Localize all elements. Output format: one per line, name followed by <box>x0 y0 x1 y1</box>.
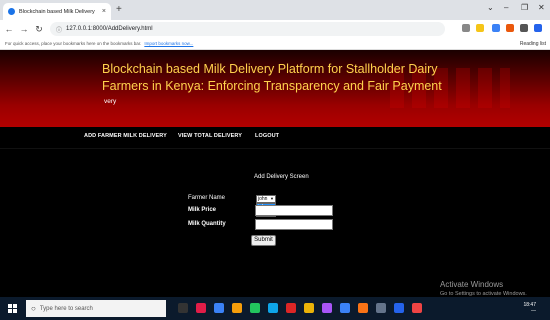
minimize-icon[interactable]: – <box>504 3 508 12</box>
farmer-selected-value: john <box>258 196 268 202</box>
file-explorer-icon[interactable] <box>232 303 242 313</box>
app-icon[interactable] <box>358 303 368 313</box>
app-icon[interactable] <box>412 303 422 313</box>
back-icon[interactable]: ← <box>3 24 15 34</box>
farmer-name-label: Farmer Name <box>188 195 226 201</box>
screen-title: Add Delivery Screen <box>254 174 309 180</box>
milk-quantity-label: Milk Quantity <box>188 221 226 227</box>
app-icon[interactable] <box>286 303 296 313</box>
store-icon[interactable] <box>268 303 278 313</box>
bookmarks-hint: For quick access, place your bookmarks h… <box>5 41 142 46</box>
app-icon[interactable] <box>196 303 206 313</box>
extension-icon[interactable] <box>506 24 514 32</box>
url-text: 127.0.0.1:8000/AddDelivery.html <box>66 26 153 32</box>
browser-tab-strip: Blockchain based Milk Delivery × + ⌄ – ❐… <box>0 0 550 20</box>
task-view-icon[interactable] <box>178 303 188 313</box>
header-banner: Blockchain based Milk Delivery Platform … <box>0 50 550 127</box>
reading-list-button[interactable]: Reading list <box>520 41 546 47</box>
address-bar[interactable]: ⓘ 127.0.0.1:8000/AddDelivery.html <box>50 22 445 36</box>
tab-title: Blockchain based Milk Delivery <box>19 8 95 15</box>
bookmarks-bar: For quick access, place your bookmarks h… <box>0 38 550 50</box>
chevron-down-icon: ▼ <box>270 196 274 201</box>
taskbar-search-placeholder: Type here to search <box>39 305 93 312</box>
chevron-down-icon[interactable]: ⌄ <box>487 3 494 12</box>
farmer-name-select[interactable]: john ▼ <box>256 195 276 203</box>
close-window-icon[interactable]: ✕ <box>538 3 545 12</box>
nav-view-total-delivery[interactable]: VIEW TOTAL DELIVERY <box>178 133 242 139</box>
milk-price-label: Milk Price <box>188 207 217 213</box>
browser-tab[interactable]: Blockchain based Milk Delivery × <box>3 3 111 20</box>
bookmark-star-icon[interactable] <box>476 24 484 32</box>
import-bookmarks-link[interactable]: Import bookmarks now... <box>144 41 193 46</box>
new-tab-button[interactable]: + <box>116 4 122 15</box>
milk-quantity-input[interactable] <box>255 219 333 230</box>
system-clock[interactable]: 18:47 — <box>523 302 536 314</box>
app-icon[interactable] <box>304 303 314 313</box>
app-icon[interactable] <box>340 303 350 313</box>
puzzle-icon[interactable] <box>520 24 528 32</box>
favicon-icon <box>8 8 15 15</box>
app-icon[interactable] <box>394 303 404 313</box>
watermark-title: Activate Windows <box>440 280 504 289</box>
edge-icon[interactable] <box>214 303 224 313</box>
taskbar-search-box[interactable]: ○ Type here to search <box>26 300 166 317</box>
page-title: Blockchain based Milk Delivery Platform … <box>102 62 442 93</box>
chrome-icon[interactable] <box>250 303 260 313</box>
main-nav: ADD FARMER MILK DELIVERY VIEW TOTAL DELI… <box>0 127 550 149</box>
reload-icon[interactable]: ↻ <box>33 24 45 35</box>
page-subtitle: very <box>104 98 117 105</box>
browser-toolbar: ← → ↻ ⓘ 127.0.0.1:8000/AddDelivery.html <box>0 20 550 38</box>
windows-taskbar: ○ Type here to search 18:47 — <box>0 297 550 320</box>
share-icon[interactable] <box>462 24 470 32</box>
profile-icon[interactable] <box>534 24 542 32</box>
milk-price-input[interactable] <box>255 205 333 216</box>
nav-logout[interactable]: LOGOUT <box>255 133 279 139</box>
app-icon[interactable] <box>322 303 332 313</box>
nav-add-farmer-milk-delivery[interactable]: ADD FARMER MILK DELIVERY <box>84 133 167 139</box>
extension-shield-icon[interactable] <box>492 24 500 32</box>
windows-start-icon[interactable] <box>8 304 17 313</box>
submit-button[interactable]: Submit <box>251 235 276 246</box>
clock-date: — <box>531 308 536 314</box>
forward-icon[interactable]: → <box>18 24 30 34</box>
tab-close-icon[interactable]: × <box>102 8 106 15</box>
web-page: Blockchain based Milk Delivery Platform … <box>0 50 550 297</box>
search-icon: ○ <box>31 304 36 313</box>
app-icon[interactable] <box>376 303 386 313</box>
info-icon[interactable]: ⓘ <box>56 25 62 34</box>
restore-icon[interactable]: ❐ <box>521 3 528 12</box>
activate-windows-watermark: Activate Windows Go to Settings to activ… <box>440 280 527 297</box>
